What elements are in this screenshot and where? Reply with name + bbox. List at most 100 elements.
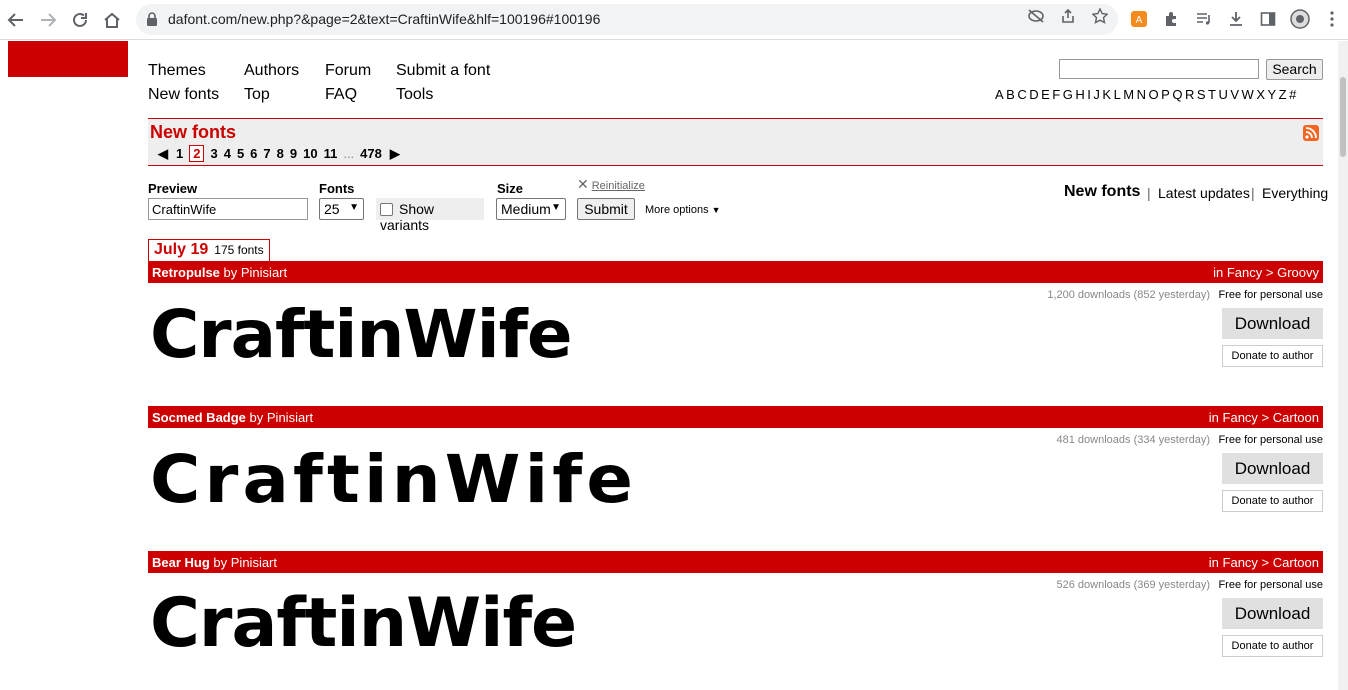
show-variants-checkbox[interactable]: Show variants bbox=[376, 198, 484, 233]
nav-themes[interactable]: Themes bbox=[148, 62, 206, 80]
scrollbar-thumb[interactable] bbox=[1340, 77, 1346, 157]
submit-button[interactable]: Submit bbox=[577, 198, 635, 220]
alphabet-letter-link[interactable]: Z bbox=[1279, 87, 1287, 102]
sort-latest-updates[interactable]: Latest updates bbox=[1158, 185, 1250, 201]
eye-slash-icon[interactable] bbox=[1027, 7, 1045, 25]
alphabet-letter-link[interactable]: D bbox=[1029, 87, 1039, 102]
last-page-link[interactable]: 478 bbox=[360, 146, 382, 161]
alphabet-letter-link[interactable]: S bbox=[1197, 87, 1206, 102]
alphabet-letter-link[interactable]: G bbox=[1063, 87, 1074, 102]
sort-everything[interactable]: Everything bbox=[1262, 185, 1328, 201]
size-select[interactable]: Medium ▼ bbox=[496, 198, 566, 220]
media-icon[interactable] bbox=[1193, 8, 1215, 30]
alphabet-letter-link[interactable]: B bbox=[1006, 87, 1015, 102]
fonts-count-select[interactable]: 25 ▼ bbox=[319, 198, 364, 220]
font-preview[interactable]: CraftinWife bbox=[150, 584, 577, 663]
page-link[interactable]: 1 bbox=[176, 146, 183, 161]
page-link[interactable]: 9 bbox=[290, 146, 297, 161]
alphabet-letter-link[interactable]: # bbox=[1289, 87, 1297, 102]
font-category-link[interactable]: in Fancy > Cartoon bbox=[1209, 555, 1319, 570]
alphabet-letter-link[interactable]: U bbox=[1218, 87, 1228, 102]
extension-orange-icon[interactable]: A bbox=[1128, 8, 1150, 30]
donate-button[interactable]: Donate to author bbox=[1222, 345, 1323, 367]
next-page-icon[interactable]: ▶ bbox=[390, 146, 400, 162]
page-link[interactable]: 11 bbox=[324, 146, 338, 161]
alphabet-letter-link[interactable]: K bbox=[1102, 87, 1111, 102]
puzzle-icon[interactable] bbox=[1161, 8, 1183, 30]
font-preview[interactable]: CraftinWife bbox=[150, 296, 573, 373]
more-options-link[interactable]: More options ▼ bbox=[645, 204, 721, 216]
font-author-link[interactable]: by Pinisiart bbox=[224, 265, 288, 280]
font-name-link[interactable]: Bear Hug bbox=[152, 555, 210, 570]
alphabet-letter-link[interactable]: Y bbox=[1267, 87, 1276, 102]
alphabet-letter-link[interactable]: A bbox=[995, 87, 1004, 102]
reinitialize-link[interactable]: ✕ Reinitialize bbox=[577, 176, 645, 193]
nav-forum[interactable]: Forum bbox=[325, 62, 371, 80]
font-preview[interactable]: CraftinWife bbox=[150, 441, 637, 518]
donate-button[interactable]: Donate to author bbox=[1222, 635, 1323, 657]
share-icon[interactable] bbox=[1059, 7, 1077, 25]
home-icon[interactable] bbox=[100, 8, 124, 32]
alphabet-letter-link[interactable]: J bbox=[1093, 87, 1100, 102]
sort-new-fonts[interactable]: New fonts bbox=[1064, 183, 1140, 201]
prev-page-icon[interactable]: ◀ bbox=[158, 146, 168, 162]
rss-icon[interactable] bbox=[1303, 125, 1319, 141]
alphabet-letter-link[interactable]: Q bbox=[1172, 87, 1183, 102]
forward-icon[interactable] bbox=[36, 8, 60, 32]
alphabet-letter-link[interactable]: M bbox=[1123, 87, 1134, 102]
font-author-link[interactable]: by Pinisiart bbox=[250, 410, 314, 425]
font-name-link[interactable]: Retropulse bbox=[152, 265, 220, 280]
search-button[interactable]: Search bbox=[1266, 59, 1323, 80]
alphabet-letter-link[interactable]: X bbox=[1256, 87, 1265, 102]
profile-avatar-icon[interactable] bbox=[1289, 8, 1311, 30]
checkbox-icon[interactable] bbox=[380, 203, 393, 216]
download-button[interactable]: Download bbox=[1222, 598, 1323, 629]
font-name-link[interactable]: Socmed Badge bbox=[152, 410, 246, 425]
alphabet-letter-link[interactable]: V bbox=[1230, 87, 1239, 102]
alphabet-letter-link[interactable]: C bbox=[1017, 87, 1027, 102]
preview-text-input[interactable] bbox=[148, 198, 308, 220]
nav-submit-font[interactable]: Submit a font bbox=[396, 62, 490, 80]
page-scrollbar[interactable] bbox=[1338, 41, 1348, 690]
alphabet-letter-link[interactable]: R bbox=[1185, 87, 1195, 102]
bookmark-star-icon[interactable] bbox=[1091, 7, 1109, 25]
address-bar[interactable]: dafont.com/new.php?&page=2&text=CraftinW… bbox=[136, 4, 1118, 35]
back-icon[interactable] bbox=[4, 8, 28, 32]
alphabet-letter-link[interactable]: O bbox=[1149, 87, 1160, 102]
download-button[interactable]: Download bbox=[1222, 453, 1323, 484]
donate-button[interactable]: Donate to author bbox=[1222, 490, 1323, 512]
search-input[interactable] bbox=[1059, 59, 1259, 79]
alphabet-letter-link[interactable]: N bbox=[1137, 87, 1147, 102]
font-title: Socmed Badge by Pinisiart bbox=[152, 410, 313, 425]
page-link[interactable]: 7 bbox=[263, 146, 270, 161]
page-link[interactable]: 8 bbox=[277, 146, 284, 161]
alphabet-letter-link[interactable]: E bbox=[1041, 87, 1050, 102]
nav-new-fonts[interactable]: New fonts bbox=[148, 86, 219, 104]
font-category-link[interactable]: in Fancy > Cartoon bbox=[1209, 410, 1319, 425]
font-author-link[interactable]: by Pinisiart bbox=[213, 555, 277, 570]
nav-authors[interactable]: Authors bbox=[244, 62, 299, 80]
download-icon[interactable] bbox=[1225, 8, 1247, 30]
alphabet-letter-link[interactable]: L bbox=[1114, 87, 1122, 102]
alphabet-letter-link[interactable]: P bbox=[1161, 87, 1170, 102]
menu-kebab-icon[interactable] bbox=[1321, 8, 1343, 30]
reload-icon[interactable] bbox=[68, 8, 92, 32]
font-category-link[interactable]: in Fancy > Groovy bbox=[1213, 265, 1319, 280]
nav-faq[interactable]: FAQ bbox=[325, 86, 357, 104]
alphabet-letter-link[interactable]: F bbox=[1052, 87, 1060, 102]
alphabet-letter-link[interactable]: H bbox=[1075, 87, 1085, 102]
page-link[interactable]: 4 bbox=[224, 146, 231, 161]
alphabet-letter-link[interactable]: W bbox=[1242, 87, 1255, 102]
page-link[interactable]: 5 bbox=[237, 146, 244, 161]
page-link[interactable]: 3 bbox=[210, 146, 217, 161]
alphabet-letter-link[interactable]: I bbox=[1087, 87, 1091, 102]
preview-label: Preview bbox=[148, 181, 198, 196]
alphabet-letter-link[interactable]: T bbox=[1208, 87, 1216, 102]
side-panel-icon[interactable] bbox=[1257, 8, 1279, 30]
page-link[interactable]: 10 bbox=[303, 146, 317, 161]
download-button[interactable]: Download bbox=[1222, 308, 1323, 339]
page-link[interactable]: 6 bbox=[250, 146, 257, 161]
nav-tools[interactable]: Tools bbox=[396, 86, 433, 104]
nav-top[interactable]: Top bbox=[244, 86, 270, 104]
site-logo[interactable] bbox=[8, 41, 128, 77]
